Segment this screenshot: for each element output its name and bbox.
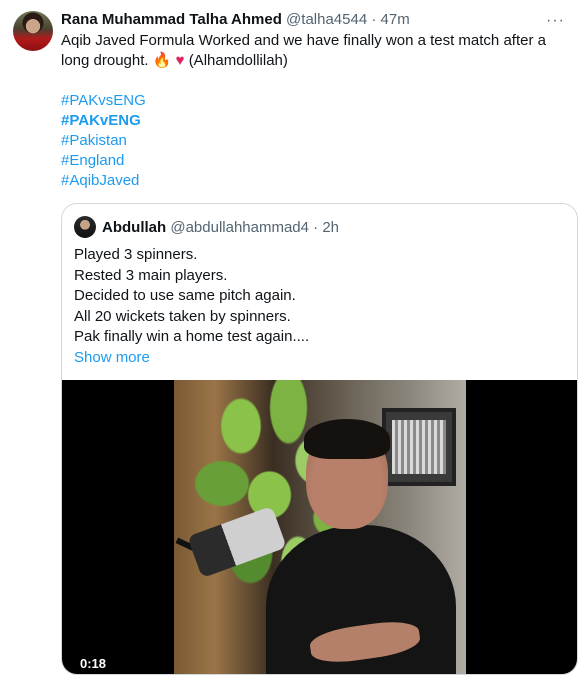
tweet-text: Aqib Javed Formula Worked and we have fi… (61, 31, 566, 71)
quoted-tweet[interactable]: Abdullah @abdullahhammad4 · 2h Played 3 … (61, 203, 578, 675)
header-separator: · (371, 11, 377, 28)
hashtag-link[interactable]: #PAKvsENG (61, 91, 146, 111)
more-icon[interactable]: ··· (546, 12, 565, 30)
show-more-link[interactable]: Show more (74, 348, 564, 369)
video-duration-badge: 0:18 (76, 655, 111, 672)
author-handle[interactable]: @talha4544 (286, 11, 367, 28)
quote-header-separator: · (313, 219, 319, 236)
quote-author-avatar[interactable] (74, 216, 96, 238)
tweet-time[interactable]: 47m (381, 11, 410, 28)
tweet-header: Rana Muhammad Talha Ahmed @talha4544 · 4… (61, 10, 410, 30)
quote-text-line: Decided to use same pitch again. (74, 287, 296, 304)
quote-text-line: Pak finally win a home test again.... (74, 328, 310, 345)
video-thumbnail (174, 380, 466, 674)
person-image (266, 419, 456, 674)
heart-emoji-icon: ♥ (175, 52, 185, 69)
quote-text-line: Played 3 spinners. (74, 246, 198, 263)
hashtag-link[interactable]: #PAKvENG (61, 111, 146, 131)
hashtag-link[interactable]: #Pakistan (61, 131, 146, 151)
flame-emoji-icon: 🔥 (152, 52, 172, 69)
quote-time[interactable]: 2h (322, 219, 339, 236)
quote-header: Abdullah @abdullahhammad4 · 2h (102, 218, 339, 238)
tweet-text-line-2-prefix: long drought. (61, 52, 149, 69)
hashtag-link[interactable]: #AqibJaved (61, 171, 146, 191)
quote-text-line: Rested 3 main players. (74, 266, 228, 284)
quote-text: Played 3 spinners. Rested 3 main players… (74, 245, 564, 368)
video-player[interactable]: 0:18 (62, 380, 577, 674)
hashtag-link[interactable]: #England (61, 151, 146, 171)
quote-text-line: All 20 wickets taken by spinners. (74, 307, 291, 325)
tweet-text-line-2: long drought. 🔥 ♥ (Alhamdollilah) (61, 51, 566, 71)
tweet-text-line-2-suffix: (Alhamdollilah) (188, 52, 288, 69)
quote-author-name[interactable]: Abdullah (102, 219, 166, 236)
author-avatar[interactable] (13, 11, 53, 51)
person-hair (304, 419, 390, 459)
hashtag-list: #PAKvsENG #PAKvENG #Pakistan #England #A… (61, 91, 146, 191)
quote-author-handle[interactable]: @abdullahhammad4 (170, 219, 309, 236)
tweet-text-line-1: Aqib Javed Formula Worked and we have fi… (61, 32, 546, 49)
author-name[interactable]: Rana Muhammad Talha Ahmed (61, 11, 282, 28)
